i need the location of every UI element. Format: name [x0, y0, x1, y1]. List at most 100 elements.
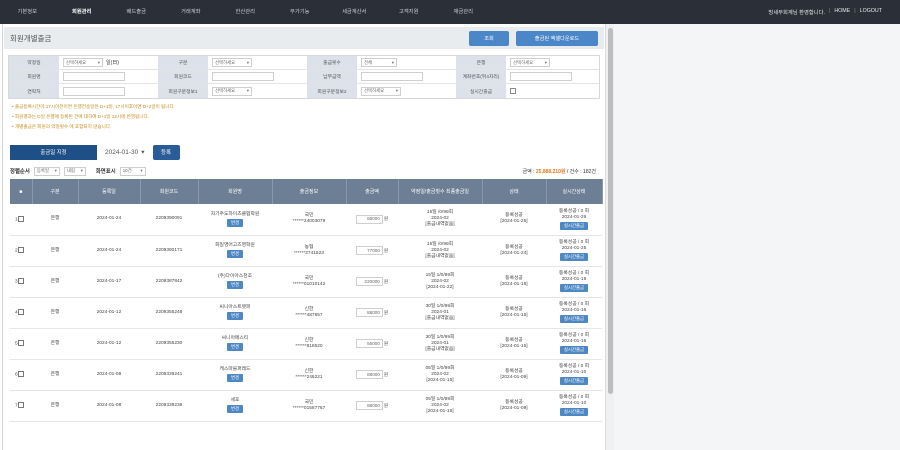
- change-button[interactable]: 변경: [226, 250, 244, 258]
- change-button[interactable]: 변경: [226, 312, 244, 320]
- vertical-scrollbar[interactable]: [605, 24, 614, 450]
- table-row[interactable]: 2 은행 2024-01-24 2209390171 화일영어고즈영학원 변경 농협 ****…: [10, 235, 602, 267]
- row-select-cell: 6: [10, 359, 32, 391]
- member-name: 자기주도하이츠클럽학원: [210, 211, 260, 217]
- realtime-withdraw-checkbox[interactable]: [510, 88, 516, 94]
- realtime-withdraw-button[interactable]: 실시간출금: [559, 315, 589, 323]
- nav-item-member-management[interactable]: 회원관리: [55, 0, 110, 24]
- masked-account: ******818520: [295, 343, 323, 349]
- contact-input[interactable]: [63, 86, 125, 96]
- masked-account: ******246221: [295, 374, 323, 380]
- amount-input[interactable]: 77000: [355, 246, 383, 255]
- status-cell: 등록성공 [2024-01-15]: [482, 297, 546, 329]
- realtime-withdraw-button[interactable]: 실시간출금: [559, 253, 589, 261]
- table-row[interactable]: 1 은행 2024-01-24 2209390091 자기주도하이츠클럽학원 변경 국민 **…: [10, 204, 602, 236]
- excel-download-button[interactable]: 출금된 엑셀다운로드: [516, 30, 598, 46]
- row-checkbox[interactable]: [17, 401, 24, 408]
- select-all-checkbox[interactable]: ■: [10, 179, 33, 204]
- member-group1-select[interactable]: 선택하세요: [212, 86, 252, 96]
- change-button[interactable]: 변경: [226, 374, 244, 382]
- row-checkbox[interactable]: [17, 308, 24, 315]
- amount-field[interactable]: 88000 원: [355, 401, 388, 410]
- amount-input[interactable]: 55000: [355, 339, 383, 348]
- amount-field[interactable]: 220000 원: [355, 277, 389, 286]
- scrollbar-thumb[interactable]: [608, 28, 613, 394]
- table-row[interactable]: 3 은행 2024-01-17 2209387842 (주)다이아스천조 변경 국민 ****…: [10, 266, 602, 298]
- amount-field[interactable]: 66000 원: [355, 214, 388, 224]
- nav-item-customer-support[interactable]: 고객지원: [382, 0, 437, 24]
- withdraw-count-select[interactable]: 전체: [361, 58, 397, 67]
- type-select[interactable]: 선택하세요: [212, 58, 252, 67]
- nav-item-accounts[interactable]: 거래계좌: [164, 0, 219, 24]
- nav-item-tax-invoice[interactable]: 세금계산서: [327, 0, 382, 24]
- agreement-day-select[interactable]: 선택하세요: [63, 58, 103, 67]
- display-count-select[interactable]: 10건: [119, 166, 146, 176]
- realtime-withdraw-button[interactable]: 실시간출금: [559, 284, 589, 292]
- name-cell: 세포 변경: [198, 390, 272, 422]
- amount-field[interactable]: 77000 원: [355, 246, 388, 255]
- table-row[interactable]: 4 은행 2024-01-12 2209355248 씨니아스트랫퍼 변경 신한 ******…: [10, 297, 602, 329]
- withdrawal-table: ■ 구분 등록일 회원코드 회원명 출금정보 출금액 약정일/출금횟수 최종출금…: [10, 179, 603, 422]
- row-checkbox[interactable]: [17, 339, 24, 346]
- search-button[interactable]: 조회: [469, 30, 509, 46]
- amount-field[interactable]: 88000 원: [355, 308, 388, 317]
- filter-label-realtime-withdraw: 실시간출금: [456, 84, 506, 98]
- sort-field-select[interactable]: 등록일: [33, 166, 60, 176]
- account-last4-input[interactable]: [510, 72, 572, 81]
- left-frame-border: [2, 24, 3, 450]
- realtime-cell: 등록성공 / 0 회 2024-01-19 실시간출금: [546, 266, 602, 298]
- withdraw-date-select[interactable]: 2024-01-30 ▾: [105, 148, 145, 157]
- logout-link[interactable]: LOGOUT: [860, 8, 882, 16]
- row-checkbox[interactable]: [17, 215, 24, 222]
- row-checkbox[interactable]: [17, 370, 24, 377]
- member-name-input[interactable]: [63, 72, 125, 81]
- masked-account: ******01010142: [292, 281, 326, 287]
- amount-input[interactable]: 88000: [355, 308, 383, 317]
- row-checkbox[interactable]: [17, 277, 24, 284]
- amount-input[interactable]: 220000: [355, 277, 383, 286]
- code-cell: 2209387842: [140, 266, 198, 298]
- status-date: [2024-01-24]: [500, 250, 528, 256]
- sort-order-select[interactable]: 내림: [63, 166, 86, 176]
- table-row[interactable]: 7 은행 2024-01-08 2209339236 세포 변경 국민 ******01587…: [10, 390, 602, 422]
- realtime-withdraw-button[interactable]: 실시간출금: [559, 221, 589, 230]
- amount-input[interactable]: 88000: [355, 370, 383, 379]
- amount-input[interactable]: 88000: [355, 401, 383, 410]
- amount-unit: 원: [383, 278, 389, 284]
- realtime-withdraw-button[interactable]: 실시간출금: [559, 346, 589, 354]
- status-cell: 등록성공 [2024-01-15]: [482, 328, 546, 360]
- amount-field[interactable]: 55000 원: [355, 339, 388, 348]
- amount-field[interactable]: 88000 원: [355, 370, 389, 379]
- change-button[interactable]: 변경: [226, 218, 244, 227]
- change-button[interactable]: 변경: [226, 343, 244, 351]
- nav-item-basic-info[interactable]: 기본정보: [0, 0, 55, 24]
- filter-label-type: 구분: [158, 56, 208, 69]
- member-group2-select[interactable]: 선택하세요: [361, 86, 401, 96]
- nav-item-settlement[interactable]: 한산관리: [218, 0, 273, 24]
- change-button[interactable]: 변경: [226, 405, 244, 413]
- amount-input[interactable]: 66000: [355, 214, 383, 224]
- payment-amount-input[interactable]: [361, 72, 423, 81]
- realtime-withdraw-button[interactable]: 실시간출금: [559, 408, 589, 416]
- nav-item-withdrawal[interactable]: 배드출금: [109, 0, 164, 24]
- separator: |: [828, 8, 831, 14]
- table-row[interactable]: 6 은행 2024-01-08 2209339241 케스마블퍼레드 변경 신한 ******…: [10, 359, 602, 391]
- withdraw-date-tab[interactable]: 출금일 지정: [10, 144, 97, 160]
- empty-side-panel: [614, 24, 900, 450]
- amount-unit: 원: [383, 371, 389, 377]
- bank-select[interactable]: 선택하세요: [510, 58, 550, 67]
- table-row[interactable]: 5 은행 2024-01-12 2209355230 씨니아메스티 변경 신한 ******8…: [10, 328, 602, 360]
- realtime-withdraw-button[interactable]: 실시간출금: [559, 377, 589, 385]
- row-checkbox[interactable]: [17, 246, 24, 253]
- amount-cell: 88000 원: [346, 359, 398, 391]
- home-link[interactable]: HOME: [834, 8, 850, 16]
- change-button[interactable]: 변경: [226, 281, 244, 289]
- nav-item-funds[interactable]: 재금관리: [436, 0, 491, 24]
- filter-value: 선택하세요: [208, 84, 307, 98]
- nav-item-extra-features[interactable]: 부가기능: [273, 0, 328, 24]
- register-button[interactable]: 등록: [152, 144, 180, 160]
- member-code-input[interactable]: [212, 72, 274, 81]
- code-cell: 2209390171: [140, 235, 198, 267]
- member-name: (주)다이아스천조: [217, 274, 253, 279]
- status-date: [2024-01-09]: [500, 374, 528, 380]
